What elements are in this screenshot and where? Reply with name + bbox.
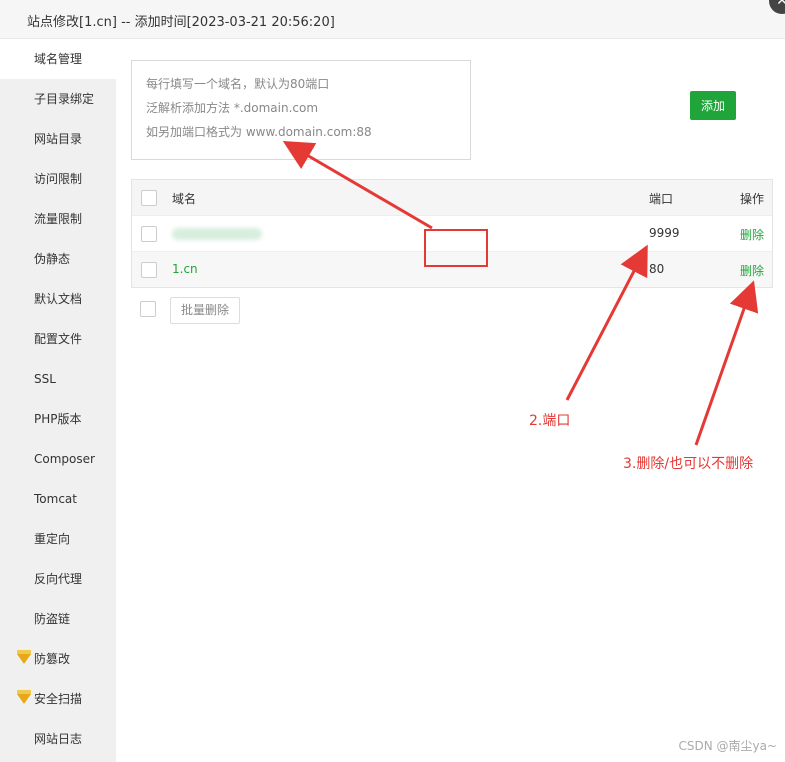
arrow-to-delete [694, 280, 759, 446]
arrow-to-port [565, 244, 648, 401]
annotation-arrows [282, 140, 759, 446]
watermark: CSDN @南尘ya~ [678, 739, 777, 753]
annotation-delete-label: 3.删除/也可以不删除 [623, 456, 754, 472]
annotation-port-label: 2.端口 [529, 413, 571, 429]
arrow-to-input [282, 140, 433, 230]
